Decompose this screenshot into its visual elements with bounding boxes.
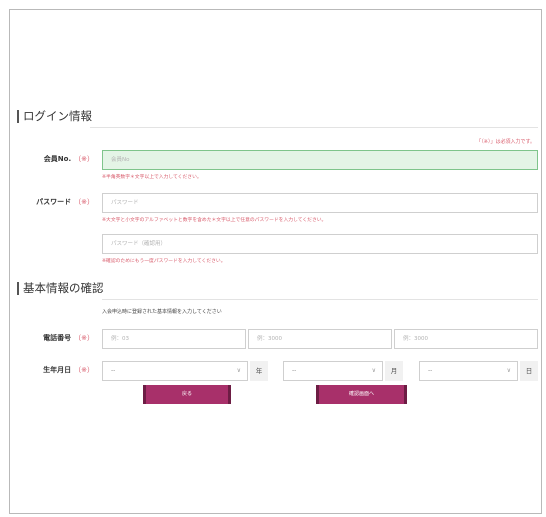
login-section-divider bbox=[90, 127, 538, 128]
chevron-down-icon: ∨ bbox=[371, 367, 376, 374]
password-confirm-hint: ※確認のためにもう一度パスワードを入力してください。 bbox=[102, 259, 226, 264]
back-button[interactable]: 戻る bbox=[143, 385, 231, 404]
birth-year-value: -- bbox=[111, 367, 116, 374]
phone-area-input[interactable]: 例：03 bbox=[102, 329, 246, 349]
phone-label: 電話番号 （※） bbox=[20, 333, 94, 343]
page-frame: ログイン情報 「（※）」は必須入力です。 会員No. （※） 会員No ※半角英数… bbox=[9, 9, 542, 514]
birth-month-select[interactable]: -- ∨ bbox=[283, 361, 383, 381]
basic-section-description: 入会申込時に登録された基本情報を入力してください bbox=[102, 309, 222, 315]
password-input[interactable]: パスワード bbox=[102, 193, 538, 213]
phone-label-text: 電話番号 bbox=[43, 334, 72, 342]
required-mark: （※） bbox=[74, 155, 94, 163]
chevron-down-icon: ∨ bbox=[236, 367, 241, 374]
birth-year-unit: 年 bbox=[250, 361, 268, 381]
birth-day-select[interactable]: -- ∨ bbox=[419, 361, 518, 381]
chevron-down-icon: ∨ bbox=[506, 367, 511, 374]
birthdate-label: 生年月日 （※） bbox=[20, 365, 94, 375]
phone-line-input[interactable]: 例：3000 bbox=[394, 329, 538, 349]
password-confirm-input[interactable]: パスワード（確認用） bbox=[102, 234, 538, 254]
member-no-label: 会員No. （※） bbox=[20, 154, 94, 164]
login-section-title: ログイン情報 bbox=[17, 110, 92, 123]
birth-year-select[interactable]: -- ∨ bbox=[102, 361, 248, 381]
member-no-hint: ※半角英数字＊文字以上で入力してください。 bbox=[102, 175, 202, 180]
member-no-input[interactable]: 会員No bbox=[102, 150, 538, 170]
birth-month-value: -- bbox=[292, 367, 297, 374]
required-mark: （※） bbox=[74, 334, 94, 342]
password-label-text: パスワード bbox=[36, 198, 72, 206]
required-mark: （※） bbox=[74, 198, 94, 206]
password-label: パスワード （※） bbox=[20, 197, 94, 207]
birth-day-value: -- bbox=[428, 367, 433, 374]
birth-month-unit: 月 bbox=[385, 361, 403, 381]
birthdate-label-text: 生年月日 bbox=[43, 366, 72, 374]
member-no-label-text: 会員No. bbox=[43, 155, 72, 163]
basic-section-divider bbox=[102, 299, 538, 300]
required-note: 「（※）」は必須入力です。 bbox=[476, 139, 535, 145]
required-mark: （※） bbox=[74, 366, 94, 374]
phone-prefix-input[interactable]: 例：3000 bbox=[248, 329, 392, 349]
password-hint: ※大文字と小文字のアルファベットと数字を含めた＊文字以上で任意のパスワードを入力… bbox=[102, 218, 327, 223]
basic-section-title: 基本情報の確認 bbox=[17, 282, 104, 295]
birth-day-unit: 日 bbox=[520, 361, 538, 381]
confirm-button[interactable]: 確認画面へ bbox=[316, 385, 407, 404]
